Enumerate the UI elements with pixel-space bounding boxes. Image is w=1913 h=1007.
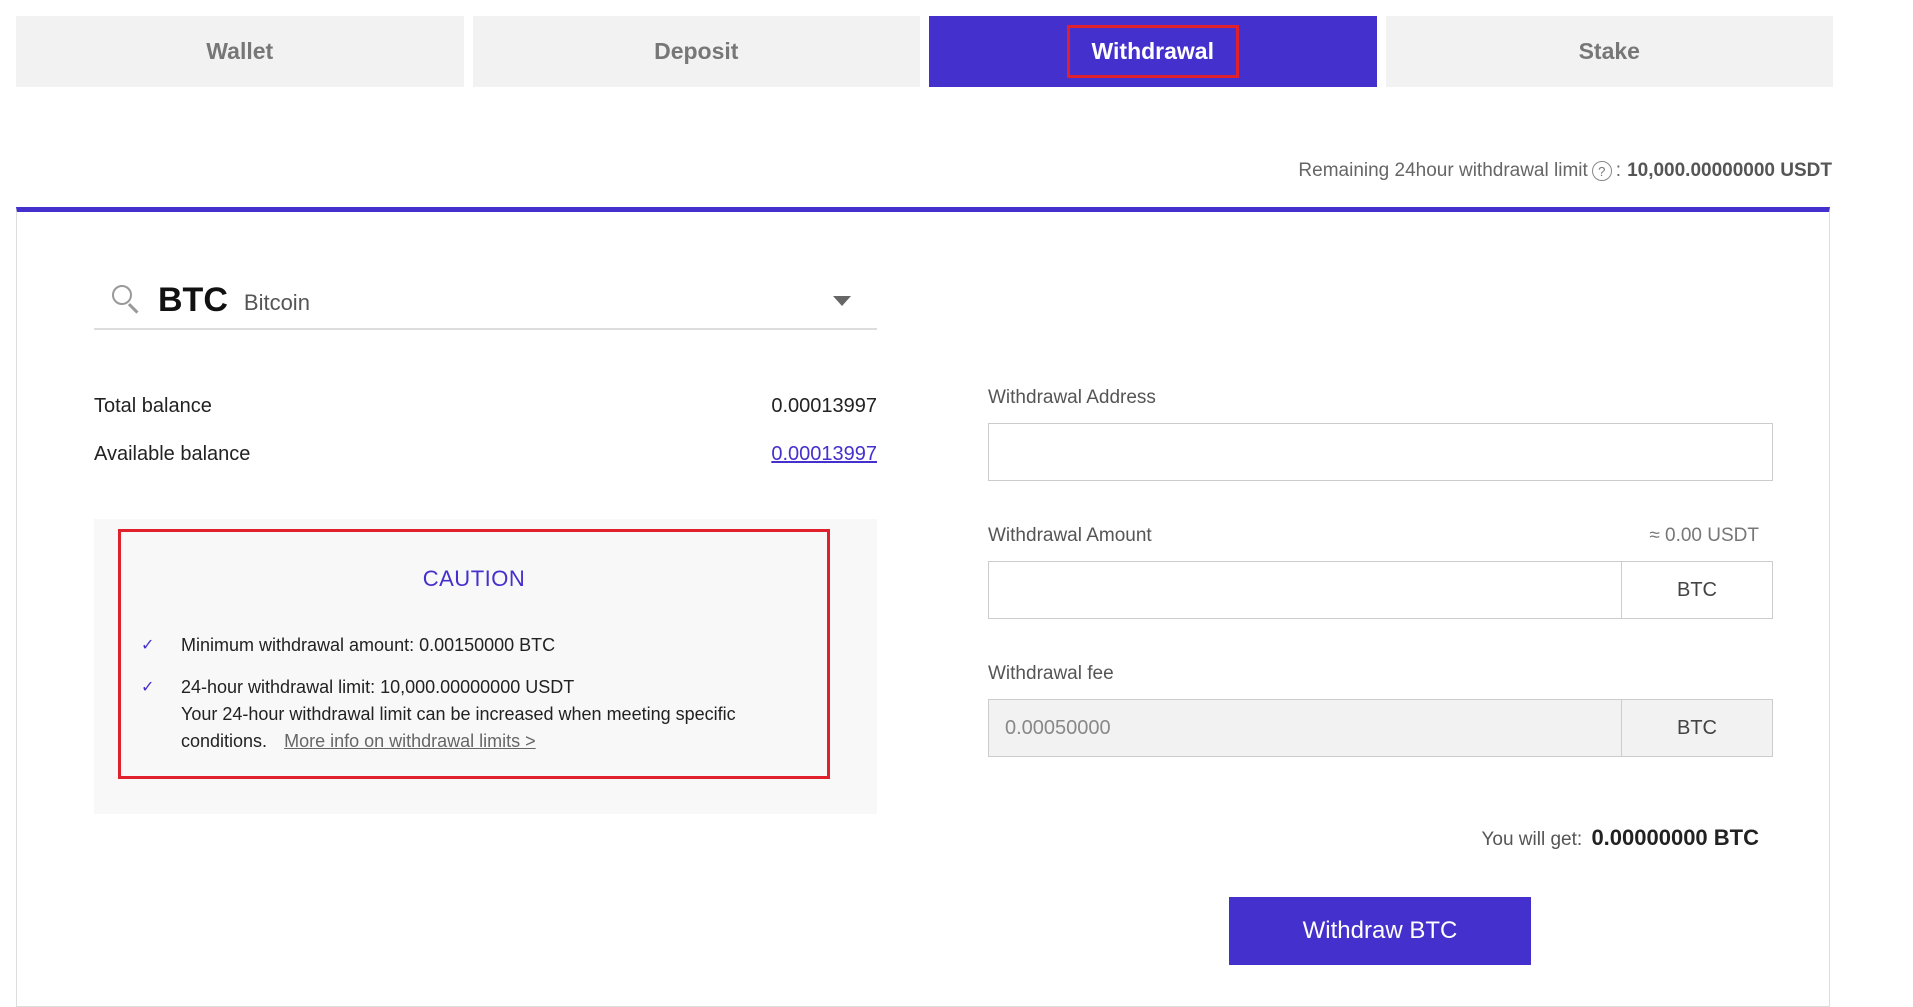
limit-separator: :	[1615, 160, 1622, 181]
total-balance-label: Total balance	[94, 395, 212, 417]
total-balance-row: Total balance 0.00013997	[94, 395, 877, 418]
caution-panel: CAUTION ✓ Minimum withdrawal amount: 0.0…	[94, 519, 877, 814]
coin-symbol: BTC	[158, 280, 228, 319]
tab-withdrawal[interactable]: Withdrawal	[929, 16, 1377, 87]
check-icon: ✓	[141, 679, 155, 696]
caution-item-text: Minimum withdrawal amount: 0.00150000 BT…	[181, 635, 556, 655]
limit-value: 10,000.00000000 USDT	[1627, 160, 1832, 181]
total-balance-value: 0.00013997	[771, 395, 877, 417]
caution-item: ✓ Minimum withdrawal amount: 0.00150000 …	[141, 632, 807, 659]
fee-label: Withdrawal fee	[988, 663, 1114, 684]
coin-name: Bitcoin	[243, 290, 310, 315]
tab-wallet-label: Wallet	[206, 38, 274, 64]
tab-withdrawal-label: Withdrawal	[1066, 25, 1239, 78]
available-balance-label: Available balance	[94, 443, 251, 465]
fee-input	[989, 700, 1622, 756]
caution-box: CAUTION ✓ Minimum withdrawal amount: 0.0…	[118, 529, 830, 779]
amount-label: Withdrawal Amount	[988, 525, 1152, 546]
fee-field-box: BTC	[988, 699, 1773, 757]
search-icon	[110, 283, 144, 317]
caution-item: ✓ 24-hour withdrawal limit: 10,000.00000…	[141, 674, 807, 755]
address-input[interactable]	[989, 424, 1772, 480]
fee-unit: BTC	[1621, 700, 1772, 756]
amount-input[interactable]	[989, 562, 1622, 618]
withdrawal-limits-link[interactable]: More info on withdrawal limits >	[284, 731, 536, 751]
limit-label: Remaining 24hour withdrawal limit	[1298, 160, 1588, 181]
caution-title: CAUTION	[422, 566, 526, 591]
available-balance-row: Available balance 0.00013997	[94, 443, 877, 466]
tab-deposit[interactable]: Deposit	[472, 16, 920, 87]
amount-field-box: BTC	[988, 561, 1773, 619]
receive-label: You will get:	[1481, 829, 1583, 850]
withdrawal-card: BTC Bitcoin Total balance 0.00013997 Ava…	[16, 207, 1830, 1007]
help-icon[interactable]: ?	[1591, 161, 1612, 181]
withdraw-button[interactable]: Withdraw BTC	[1229, 897, 1531, 965]
tab-stake-label: Stake	[1578, 38, 1640, 64]
tab-bar: Wallet Deposit Withdrawal Stake	[16, 16, 1833, 87]
address-label: Withdrawal Address	[988, 387, 1156, 408]
available-balance-link[interactable]: 0.00013997	[771, 443, 877, 466]
tab-stake[interactable]: Stake	[1385, 16, 1833, 87]
caution-item-text: 24-hour withdrawal limit: 10,000.0000000…	[181, 677, 575, 697]
coin-select[interactable]: BTC Bitcoin	[94, 272, 877, 330]
receive-amount: You will get: 0.00000000 BTC	[1481, 825, 1759, 851]
amount-usdt-estimate: ≈ 0.00 USDT	[1649, 525, 1759, 546]
withdrawal-limit-info: Remaining 24hour withdrawal limit ? : 10…	[1298, 160, 1832, 182]
address-field-box	[988, 423, 1773, 481]
tab-deposit-label: Deposit	[654, 38, 739, 64]
amount-unit: BTC	[1621, 562, 1772, 618]
chevron-down-icon[interactable]	[833, 296, 851, 306]
tab-wallet[interactable]: Wallet	[16, 16, 464, 87]
receive-value: 0.00000000 BTC	[1591, 825, 1759, 850]
check-icon: ✓	[141, 637, 155, 654]
